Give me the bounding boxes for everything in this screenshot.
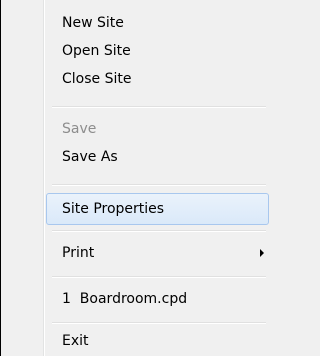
menu-item-label: Print bbox=[62, 245, 95, 261]
menu-item-label: Save bbox=[62, 121, 97, 137]
menu-item-label: Save As bbox=[62, 149, 118, 165]
menu-item-close-site[interactable]: Close Site bbox=[0, 66, 274, 92]
menu-item-print[interactable]: Print bbox=[0, 238, 274, 268]
menu-item-label: Open Site bbox=[62, 43, 131, 59]
menu-item-site-properties[interactable]: Site Properties bbox=[0, 192, 274, 226]
menu-item-exit[interactable]: Exit bbox=[0, 328, 274, 354]
menu-item-label: Close Site bbox=[62, 71, 132, 87]
menu-separator bbox=[52, 276, 266, 278]
menu-item-new-site[interactable]: New Site bbox=[0, 10, 274, 36]
menu-separator bbox=[52, 230, 266, 232]
file-menu: New Site Open Site Close Site Save Save … bbox=[0, 0, 274, 356]
menu-separator bbox=[52, 322, 266, 324]
menu-item-save-as[interactable]: Save As bbox=[0, 144, 274, 170]
menu-separator bbox=[52, 184, 266, 186]
menu-item-label: Site Properties bbox=[62, 201, 165, 217]
menu-item-open-site[interactable]: Open Site bbox=[0, 38, 274, 64]
menu-separator bbox=[52, 106, 266, 108]
menu-item-label: Exit bbox=[62, 333, 89, 349]
menu-item-save: Save bbox=[0, 116, 274, 142]
chevron-right-icon bbox=[260, 249, 264, 257]
menu-item-recent-file[interactable]: 1 Boardroom.cpd bbox=[0, 284, 274, 314]
menu-item-label: New Site bbox=[62, 15, 124, 31]
menu-item-label: 1 Boardroom.cpd bbox=[62, 291, 188, 307]
